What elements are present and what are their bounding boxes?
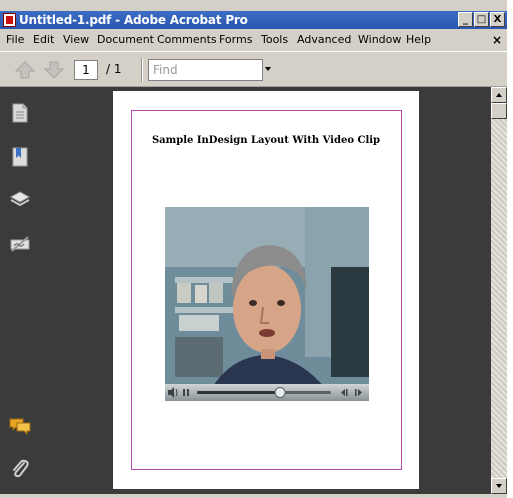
acrobat-window: Untitled-1.pdf - Adobe Acrobat Pro _ □ X…	[0, 0, 513, 498]
page-total: / 1	[106, 62, 122, 76]
forward-icon[interactable]	[355, 389, 362, 396]
menu-file[interactable]: File	[6, 33, 24, 46]
title-bar[interactable]: Untitled-1.pdf - Adobe Acrobat Pro _ □ X	[0, 11, 507, 29]
comments-icon[interactable]	[8, 414, 32, 438]
document-heading: Sample InDesign Layout With Video Clip	[151, 135, 381, 146]
menu-help[interactable]: Help	[406, 33, 431, 46]
pdf-page: Sample InDesign Layout With Video Clip	[113, 91, 419, 489]
signatures-icon[interactable]	[8, 231, 32, 255]
menu-forms[interactable]: Forms	[219, 33, 252, 46]
next-page-icon[interactable]	[43, 60, 65, 80]
video-frame-image	[165, 207, 369, 401]
acrobat-pdf-icon	[3, 13, 16, 27]
window-title: Untitled-1.pdf - Adobe Acrobat Pro	[19, 13, 248, 27]
find-dropdown-icon[interactable]	[265, 67, 271, 71]
menu-view[interactable]: View	[63, 33, 89, 46]
seek-progress	[197, 391, 281, 394]
page-number-input[interactable]: 1	[74, 60, 98, 80]
menu-comments[interactable]: Comments	[157, 33, 217, 46]
find-input[interactable]: Find	[148, 59, 263, 81]
pause-icon[interactable]	[183, 389, 189, 396]
toolbar: 1 / 1 Find	[0, 51, 507, 87]
close-button[interactable]: X	[490, 12, 505, 27]
document-view[interactable]: Sample InDesign Layout With Video Clip	[40, 87, 491, 494]
bookmarks-icon[interactable]	[8, 145, 32, 169]
menu-window[interactable]: Window	[358, 33, 401, 46]
menu-advanced[interactable]: Advanced	[297, 33, 351, 46]
seek-handle[interactable]	[274, 387, 286, 398]
video-controls	[165, 384, 369, 401]
scroll-thumb[interactable]	[491, 103, 507, 119]
navigation-panel	[0, 87, 40, 494]
menu-document[interactable]: Document	[97, 33, 154, 46]
scroll-up-arrow-icon	[496, 93, 502, 97]
layers-icon[interactable]	[8, 187, 32, 211]
scroll-down-button[interactable]	[491, 478, 507, 494]
vertical-scrollbar[interactable]	[491, 87, 507, 494]
scroll-up-button[interactable]	[491, 87, 507, 103]
rewind-icon[interactable]	[341, 389, 348, 396]
menu-tools[interactable]: Tools	[261, 33, 288, 46]
document-close-icon[interactable]: ×	[492, 33, 502, 47]
volume-icon[interactable]	[168, 387, 178, 398]
maximize-button[interactable]: □	[474, 12, 489, 27]
menu-bar: File Edit View Document Comments Forms T…	[0, 30, 507, 50]
previous-page-icon[interactable]	[14, 60, 36, 80]
video-clip[interactable]	[165, 207, 369, 401]
attachments-icon[interactable]	[8, 457, 32, 481]
pages-icon[interactable]	[8, 101, 32, 125]
window-edge	[507, 0, 513, 498]
minimize-button[interactable]: _	[458, 12, 473, 27]
scroll-down-arrow-icon	[496, 484, 502, 488]
toolbar-separator	[141, 58, 143, 82]
menu-edit[interactable]: Edit	[33, 33, 54, 46]
